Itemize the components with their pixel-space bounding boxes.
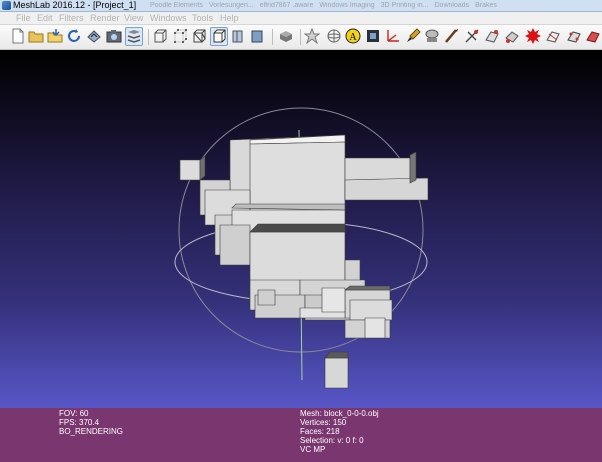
main-toolbar: A xyxy=(0,25,602,50)
georef-icon[interactable] xyxy=(525,28,541,44)
menu-windows[interactable]: Windows xyxy=(150,12,187,24)
fps-text: FPS: 370.4 xyxy=(59,418,100,427)
background-tab: Brakes xyxy=(475,2,497,9)
transform-icon[interactable] xyxy=(545,28,561,44)
reload-icon[interactable] xyxy=(66,28,82,44)
info-icon[interactable] xyxy=(365,28,381,44)
mesh-render xyxy=(174,107,429,389)
edit-mesh-icon[interactable] xyxy=(566,28,582,44)
vc-mp-text: VC MP xyxy=(300,445,326,454)
import-mesh-icon[interactable] xyxy=(47,28,63,44)
background-tab: Poodle Elements xyxy=(150,2,203,9)
smooth-icon[interactable] xyxy=(278,28,294,44)
measure-icon[interactable] xyxy=(443,28,459,44)
lighting-icon[interactable] xyxy=(304,28,320,44)
menu-filters[interactable]: Filters xyxy=(59,12,84,24)
open-project-icon[interactable] xyxy=(28,28,44,44)
vertices-text: Vertices: 150 xyxy=(300,418,347,427)
trackball-icon[interactable] xyxy=(326,28,342,44)
background-tab: Vorlesungen... xyxy=(208,2,254,9)
layer-dialog-icon[interactable] xyxy=(125,27,143,46)
fov-text: FOV: 60 xyxy=(59,409,89,418)
background-tab: Downloads xyxy=(434,2,470,9)
select-vertices-icon[interactable] xyxy=(504,28,520,44)
wireframe-icon[interactable] xyxy=(191,28,207,44)
save-snapshot-icon[interactable] xyxy=(86,28,102,44)
align-icon[interactable] xyxy=(464,28,480,44)
3d-viewport[interactable] xyxy=(0,50,602,408)
meshlab-app-icon xyxy=(2,1,11,10)
menu-edit[interactable]: Edit xyxy=(37,12,53,24)
selection-text: Selection: v: 0 f: 0 xyxy=(300,436,364,445)
background-tab: 3D Printing in... xyxy=(380,2,429,9)
rendering-mode-text: BO_RENDERING xyxy=(59,427,124,436)
paint-icon[interactable] xyxy=(405,28,421,44)
bounding-box-icon[interactable] xyxy=(152,28,168,44)
window-title: MeshLab 2016.12 - [Project_1] xyxy=(13,0,137,10)
svg-text:A: A xyxy=(349,32,357,43)
title-bar: MeshLab 2016.12 - [Project_1] Poodle Ele… xyxy=(0,0,602,12)
red-brush-icon[interactable] xyxy=(585,28,601,44)
flat-lines-icon[interactable] xyxy=(230,28,246,44)
pick-icon[interactable] xyxy=(484,28,500,44)
new-project-icon[interactable] xyxy=(10,28,26,44)
annotation-icon[interactable]: A xyxy=(345,28,361,44)
faces-text: Faces: 218 xyxy=(300,427,340,436)
info-panel: FOV: 60 FPS: 370.4 BO_RENDERING Mesh: bl… xyxy=(0,408,602,462)
snapshot-camera-icon[interactable] xyxy=(106,28,122,44)
mesh-blocks xyxy=(179,134,429,389)
menu-render[interactable]: Render xyxy=(90,12,120,24)
background-taskbar-tabs: Poodle Elements Vorlesungen... elfrid786… xyxy=(150,0,602,11)
background-tab: elfrid7867 .aware xyxy=(259,2,314,9)
points-icon[interactable] xyxy=(172,28,188,44)
select-icon[interactable] xyxy=(424,28,440,44)
menu-tools[interactable]: Tools xyxy=(192,12,213,24)
hidden-lines-icon[interactable] xyxy=(210,27,228,46)
mesh-name-text: Mesh: block_0-0-0.obj xyxy=(300,409,379,418)
axis-icon[interactable] xyxy=(385,28,401,44)
menu-help[interactable]: Help xyxy=(220,12,239,24)
menu-file[interactable]: File xyxy=(16,12,31,24)
menu-view[interactable]: View xyxy=(124,12,143,24)
menu-bar: File Edit Filters Render View Windows To… xyxy=(0,12,602,25)
flat-icon[interactable] xyxy=(249,28,265,44)
background-tab: Windows Imaging xyxy=(319,2,375,9)
